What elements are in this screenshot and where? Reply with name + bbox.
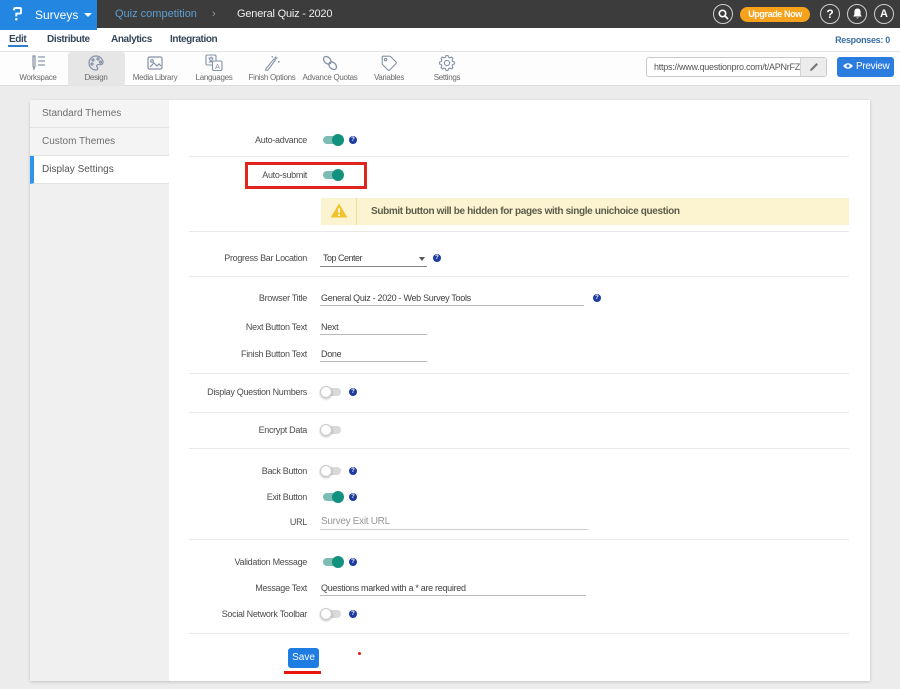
svg-text:A: A	[215, 62, 220, 71]
